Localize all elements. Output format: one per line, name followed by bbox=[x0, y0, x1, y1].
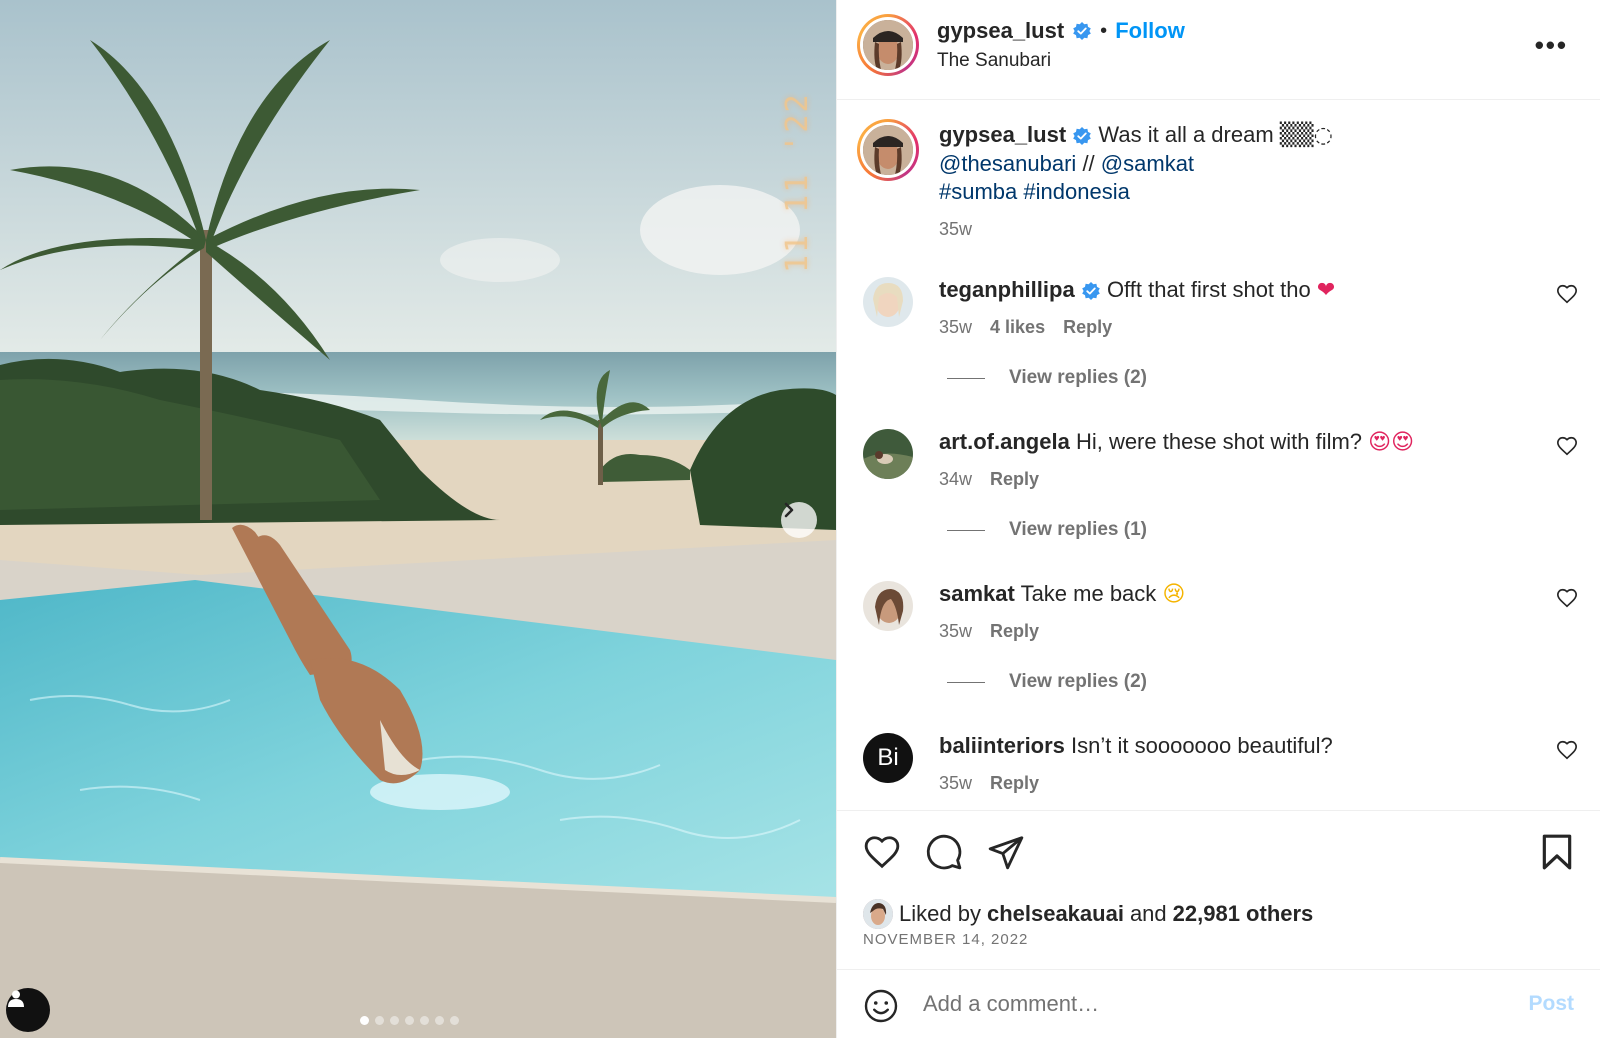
likes-summary[interactable]: Liked by chelseakauai and 22,981 others bbox=[863, 899, 1313, 929]
mention-thesanubari[interactable]: @thesanubari bbox=[939, 151, 1076, 176]
tagged-users-button[interactable] bbox=[6, 988, 50, 1032]
save-button[interactable] bbox=[1540, 833, 1574, 871]
view-replies-label: View replies (2) bbox=[1009, 367, 1147, 388]
liker-avatar bbox=[863, 899, 893, 929]
commenter-avatar[interactable] bbox=[863, 277, 913, 327]
heart-icon[interactable] bbox=[1556, 587, 1578, 609]
comment-text: Offt that first shot tho bbox=[1106, 277, 1311, 302]
verified-badge-icon bbox=[1073, 127, 1092, 146]
smiley-icon bbox=[864, 989, 898, 1023]
post-photo[interactable]: 11 11 '22 bbox=[0, 0, 836, 1038]
post-actions: Liked by chelseakauai and 22,981 others … bbox=[837, 810, 1600, 1038]
comment-bubble-icon[interactable] bbox=[925, 833, 963, 871]
add-comment-input[interactable] bbox=[923, 984, 1483, 1024]
reply-button[interactable]: Reply bbox=[990, 621, 1039, 642]
carousel-dot bbox=[390, 1016, 399, 1025]
carousel-indicators bbox=[360, 1016, 459, 1025]
post-location[interactable]: The Sanubari bbox=[937, 50, 1051, 72]
carousel-dot bbox=[420, 1016, 429, 1025]
carousel-dot bbox=[435, 1016, 444, 1025]
carousel-dot bbox=[405, 1016, 414, 1025]
carousel-dot bbox=[360, 1016, 369, 1025]
commenter-username[interactable]: teganphillipa bbox=[939, 277, 1075, 302]
more-options-button[interactable]: ••• bbox=[1535, 30, 1568, 61]
chevron-right-icon bbox=[784, 502, 794, 518]
comment-text: Isn’t it sooooooo beautiful? bbox=[1071, 733, 1333, 758]
liked-by-user[interactable]: chelseakauai bbox=[987, 901, 1124, 927]
user-tag-icon bbox=[8, 990, 24, 1007]
comment-timestamp[interactable]: 34w bbox=[939, 469, 972, 490]
author-avatar-image bbox=[863, 20, 913, 70]
post-details-pane: gypsea_lust • Follow The Sanubari ••• gy… bbox=[836, 0, 1600, 1038]
reply-button[interactable]: Reply bbox=[990, 773, 1039, 794]
caption-separator: // bbox=[1082, 151, 1095, 176]
comment-likes-count[interactable]: 4 likes bbox=[990, 317, 1045, 338]
verified-badge-icon bbox=[1082, 282, 1100, 301]
comment-emoji: ❤ bbox=[1316, 278, 1336, 303]
carousel-dot bbox=[375, 1016, 384, 1025]
caption-avatar-image bbox=[863, 125, 913, 175]
commenter-username[interactable]: art.of.angela bbox=[939, 429, 1070, 454]
replies-divider bbox=[947, 377, 985, 379]
caption-emoji: ▒▒◌ bbox=[1279, 123, 1333, 148]
caption-text: Was it all a dream bbox=[1098, 122, 1274, 147]
caption-timestamp[interactable]: 35w bbox=[939, 219, 972, 240]
film-date-stamp: 11 11 '22 bbox=[780, 92, 815, 273]
carousel-dot bbox=[450, 1016, 459, 1025]
view-replies-label: View replies (1) bbox=[1009, 519, 1147, 540]
reply-button[interactable]: Reply bbox=[990, 469, 1039, 490]
post-header: gypsea_lust • Follow The Sanubari ••• bbox=[837, 0, 1600, 100]
view-replies-button[interactable]: View replies (1) bbox=[947, 519, 1147, 541]
separator-dot: • bbox=[1100, 19, 1108, 42]
hashtag-indonesia[interactable]: #indonesia bbox=[1023, 179, 1129, 204]
carousel-next-button[interactable] bbox=[781, 502, 817, 538]
liked-by-and: and bbox=[1129, 901, 1167, 926]
commenter-avatar[interactable]: Bi bbox=[863, 733, 913, 783]
heart-icon[interactable] bbox=[863, 833, 901, 871]
comment-timestamp[interactable]: 35w bbox=[939, 773, 972, 794]
comment-timestamp[interactable]: 35w bbox=[939, 621, 972, 642]
avatar-initials: Bi bbox=[877, 744, 899, 771]
replies-divider bbox=[947, 681, 985, 683]
replies-divider bbox=[947, 529, 985, 531]
caption-author-avatar[interactable] bbox=[857, 119, 919, 181]
commenter-username[interactable]: samkat bbox=[939, 581, 1015, 606]
view-replies-button[interactable]: View replies (2) bbox=[947, 367, 1147, 389]
view-replies-button[interactable]: View replies (2) bbox=[947, 671, 1147, 693]
follow-button[interactable]: Follow bbox=[1115, 18, 1185, 44]
comment-emoji: 😢 bbox=[1162, 582, 1186, 607]
commenter-username[interactable]: baliinteriors bbox=[939, 733, 1065, 758]
commenter-avatar[interactable] bbox=[863, 429, 913, 479]
pool-dive-scene bbox=[0, 0, 836, 1038]
author-avatar[interactable] bbox=[857, 14, 919, 76]
comment-emoji: 😍😍 bbox=[1368, 430, 1415, 455]
post-date[interactable]: NOVEMBER 14, 2022 bbox=[863, 931, 1028, 948]
post-comment-button[interactable]: Post bbox=[1528, 992, 1574, 1016]
hashtag-sumba[interactable]: #sumba bbox=[939, 179, 1017, 204]
comment-composer: Post bbox=[837, 969, 1600, 1038]
comment-timestamp[interactable]: 35w bbox=[939, 317, 972, 338]
liked-by-others[interactable]: 22,981 others bbox=[1173, 901, 1314, 927]
paper-plane-icon[interactable] bbox=[987, 833, 1025, 871]
comment-text: Hi, were these shot with film? bbox=[1075, 429, 1363, 454]
heart-icon[interactable] bbox=[1556, 739, 1578, 761]
comment-text: Take me back bbox=[1020, 581, 1157, 606]
heart-icon[interactable] bbox=[1556, 283, 1578, 305]
heart-icon[interactable] bbox=[1556, 435, 1578, 457]
commenter-avatar[interactable] bbox=[863, 581, 913, 631]
view-replies-label: View replies (2) bbox=[1009, 671, 1147, 692]
verified-badge-icon bbox=[1073, 22, 1091, 40]
comments-list[interactable]: gypsea_lust Was it all a dream ▒▒◌ @thes… bbox=[837, 101, 1600, 810]
author-username[interactable]: gypsea_lust bbox=[937, 18, 1064, 44]
mention-samkat[interactable]: @samkat bbox=[1101, 151, 1194, 176]
caption-username[interactable]: gypsea_lust bbox=[939, 122, 1066, 147]
bookmark-icon bbox=[1542, 834, 1572, 870]
liked-by-prefix: Liked by bbox=[899, 901, 981, 926]
emoji-picker-button[interactable] bbox=[863, 988, 899, 1029]
reply-button[interactable]: Reply bbox=[1063, 317, 1112, 338]
